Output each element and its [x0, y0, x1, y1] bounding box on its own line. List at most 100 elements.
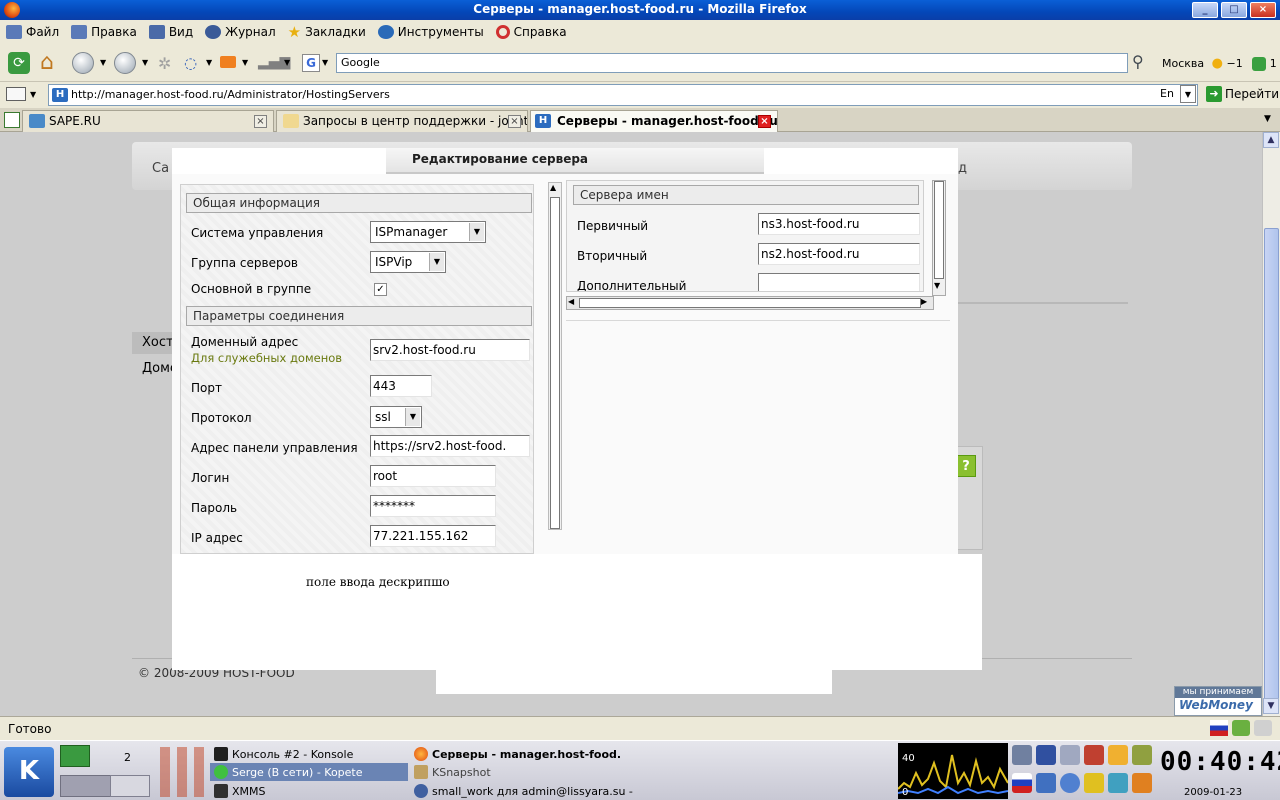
- addon-icon[interactable]: [1232, 720, 1250, 736]
- main-in-group-checkbox[interactable]: ✓: [374, 283, 387, 296]
- nav-item-hosting[interactable]: Хост: [132, 332, 176, 354]
- nav-item-domains[interactable]: Доме: [132, 358, 178, 380]
- language-indicator[interactable]: En: [1160, 87, 1174, 100]
- ns-extra-input[interactable]: [758, 273, 920, 291]
- tray-package-icon[interactable]: [1132, 745, 1152, 765]
- webmoney-badge[interactable]: мы принимаем WebMoney: [1174, 686, 1262, 716]
- forward-button[interactable]: [114, 52, 136, 74]
- desktop-preview-icon[interactable]: [110, 775, 150, 797]
- kde-menu-button[interactable]: K: [4, 747, 54, 797]
- search-engine-icon[interactable]: G: [302, 54, 320, 72]
- password-input[interactable]: *******: [370, 495, 496, 517]
- menu-edit[interactable]: Правка: [71, 25, 137, 39]
- search-icon[interactable]: ⚲: [1132, 52, 1144, 71]
- search-engine-dropdown-icon[interactable]: ▼: [322, 58, 328, 67]
- scroll-right-icon[interactable]: ▶: [921, 297, 927, 306]
- maximize-button[interactable]: □: [1221, 2, 1247, 18]
- server-group-select[interactable]: ISPVip ▼: [370, 251, 446, 273]
- left-panel-scrollbar[interactable]: ▲: [548, 182, 562, 530]
- back-button[interactable]: [72, 52, 94, 74]
- desktop-number[interactable]: 2: [124, 751, 131, 764]
- protocol-select[interactable]: ssl ▼: [370, 406, 422, 428]
- task-ksnapshot[interactable]: KSnapshot: [414, 763, 491, 781]
- back-dropdown-icon[interactable]: ▼: [100, 58, 106, 67]
- scroll-up-icon[interactable]: ▲: [1263, 132, 1279, 148]
- descriptor-input-text[interactable]: поле ввода дескрипшо: [306, 575, 452, 589]
- new-tab-icon[interactable]: [4, 112, 20, 128]
- tray-calendar-icon[interactable]: [1132, 773, 1152, 793]
- menu-bookmarks[interactable]: ★ Закладки: [288, 23, 366, 41]
- window-titlebar[interactable]: Серверы - manager.host-food.ru - Mozilla…: [0, 0, 1280, 20]
- tray-printer-icon[interactable]: [1012, 745, 1032, 765]
- scroll-down-icon[interactable]: ▼: [934, 281, 940, 290]
- tray-update-icon[interactable]: [1084, 773, 1104, 793]
- site-header-link[interactable]: Са: [152, 161, 169, 176]
- firefox-launcher-icon[interactable]: [60, 775, 116, 797]
- chat-icon[interactable]: ◌: [184, 54, 197, 72]
- mail-dropdown-icon[interactable]: ▼: [30, 90, 36, 99]
- task-firefox[interactable]: Серверы - manager.host-food.: [414, 745, 621, 763]
- security-icon[interactable]: [1254, 720, 1272, 736]
- port-input[interactable]: 443: [370, 375, 432, 397]
- tab-close-icon[interactable]: ×: [758, 115, 771, 128]
- nameservers-vscrollbar[interactable]: ▼: [932, 180, 946, 296]
- stop-icon[interactable]: ✲: [158, 54, 171, 73]
- tab-sape[interactable]: SAPE.RU ×: [22, 110, 274, 132]
- menu-help[interactable]: Справка: [495, 25, 567, 39]
- mail-icon[interactable]: [6, 87, 26, 101]
- reload-icon[interactable]: ⟳: [8, 52, 30, 74]
- menu-file[interactable]: Файл: [6, 25, 59, 39]
- task-konsole[interactable]: Консоль #2 - Konsole: [214, 745, 353, 763]
- scroll-thumb[interactable]: [579, 298, 921, 308]
- weather-widget[interactable]: Москва ● −1 1: [1162, 56, 1277, 71]
- url-dropdown-icon[interactable]: ▼: [1180, 85, 1196, 103]
- scroll-left-icon[interactable]: ◀: [568, 297, 574, 306]
- tab-support[interactable]: Запросы в центр поддержки - joont... ×: [276, 110, 528, 132]
- help-button[interactable]: ?: [956, 455, 976, 477]
- desktop-pager-icon[interactable]: [60, 745, 90, 767]
- scroll-up-icon[interactable]: ▲: [550, 183, 556, 192]
- tab-list-icon[interactable]: ▼: [1264, 114, 1271, 124]
- home-icon[interactable]: ⌂: [40, 50, 54, 75]
- scroll-thumb[interactable]: [550, 197, 560, 529]
- tray-clipboard-icon[interactable]: [1084, 745, 1104, 765]
- control-system-select[interactable]: ISPmanager ▼: [370, 221, 486, 243]
- tray-kde-icon[interactable]: [1108, 745, 1128, 765]
- search-input[interactable]: Google: [336, 53, 1128, 73]
- panel-address-input[interactable]: https://srv2.host-food.: [370, 435, 530, 457]
- tray-mail-icon[interactable]: [1036, 745, 1056, 765]
- quick-launch-icons[interactable]: [160, 747, 210, 797]
- menu-tools[interactable]: Инструменты: [377, 25, 484, 39]
- tab-close-icon[interactable]: ×: [254, 115, 267, 128]
- task-xmms[interactable]: XMMS: [214, 782, 266, 800]
- tab-servers[interactable]: H Серверы - manager.host-food.ru ×: [530, 110, 778, 132]
- signal-dropdown-icon[interactable]: ▼: [284, 58, 290, 67]
- task-kopete[interactable]: Serge (В сети) - Kopete: [210, 763, 408, 781]
- task-small-work[interactable]: small_work для admin@lissyara.su -: [414, 782, 633, 800]
- tab-close-icon[interactable]: ×: [508, 115, 521, 128]
- rss-dropdown-icon[interactable]: ▼: [242, 58, 248, 67]
- tray-volume-icon[interactable]: [1036, 773, 1056, 793]
- tray-network-icon[interactable]: [1060, 773, 1080, 793]
- domain-input[interactable]: srv2.host-food.ru: [370, 339, 530, 361]
- rss-icon[interactable]: [220, 56, 236, 68]
- close-button[interactable]: ×: [1250, 2, 1276, 18]
- page-scrollbar[interactable]: ▲ ▼: [1262, 132, 1280, 716]
- menu-view[interactable]: Вид: [148, 25, 193, 39]
- login-input[interactable]: root: [370, 465, 496, 487]
- tray-settings-icon[interactable]: [1108, 773, 1128, 793]
- url-input[interactable]: H http://manager.host-food.ru/Administra…: [48, 84, 1198, 106]
- ns-secondary-input[interactable]: ns2.host-food.ru: [758, 243, 920, 265]
- chat-dropdown-icon[interactable]: ▼: [206, 58, 212, 67]
- ns-primary-input[interactable]: ns3.host-food.ru: [758, 213, 920, 235]
- forward-dropdown-icon[interactable]: ▼: [142, 58, 148, 67]
- tray-monitor-icon[interactable]: [1060, 745, 1080, 765]
- scroll-down-icon[interactable]: ▼: [1263, 698, 1279, 714]
- scroll-thumb[interactable]: [1264, 228, 1279, 708]
- go-button[interactable]: ➜ Перейти: [1206, 86, 1279, 102]
- nameservers-hscrollbar[interactable]: ◀ ▶: [566, 296, 934, 310]
- clock[interactable]: 00:40:42: [1160, 747, 1280, 777]
- minimize-button[interactable]: _: [1192, 2, 1218, 18]
- scroll-thumb[interactable]: [934, 181, 944, 279]
- russia-flag-icon[interactable]: [1210, 720, 1228, 736]
